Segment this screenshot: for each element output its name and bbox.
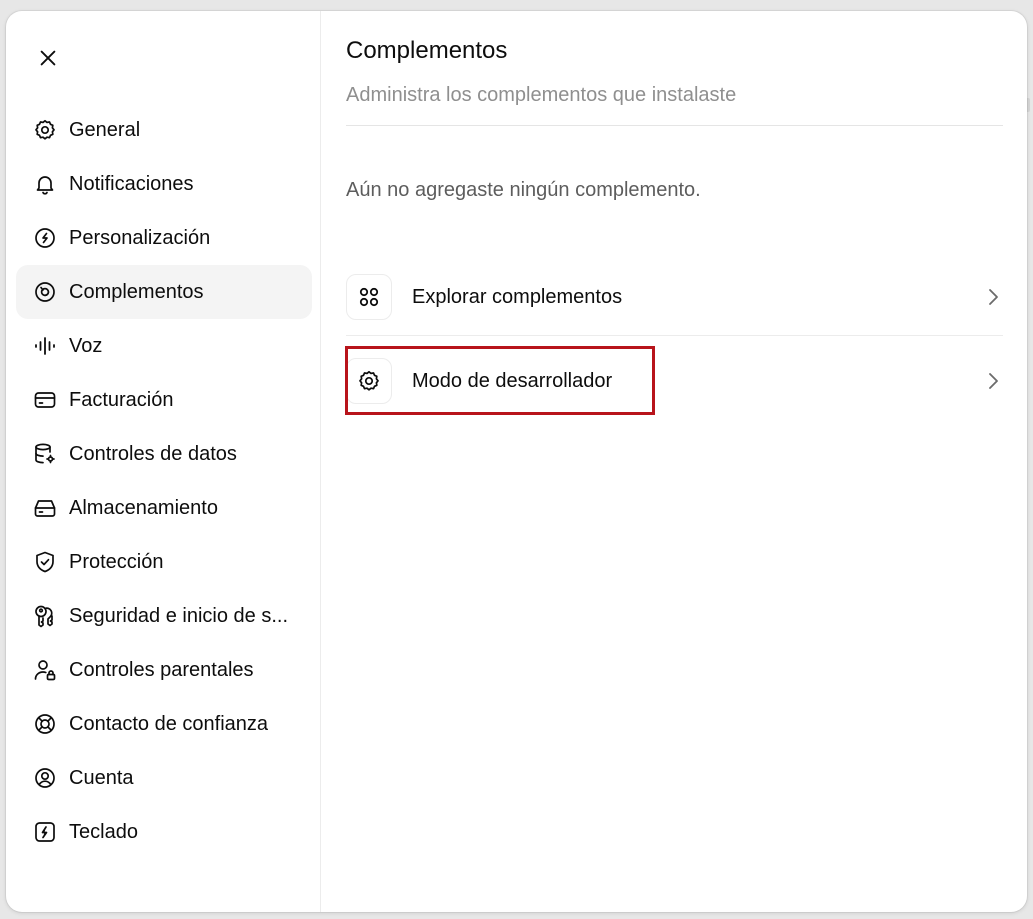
explore-complements-row[interactable]: Explorar complementos: [346, 269, 1003, 325]
credit-card-icon: [32, 387, 58, 413]
waveform-icon: [32, 333, 58, 359]
header-divider: [346, 125, 1003, 126]
sidebar-item-label: Complementos: [69, 280, 204, 303]
sidebar-item-label: General: [69, 118, 141, 141]
shield-check-icon: [32, 549, 58, 575]
chevron-right-icon: [983, 371, 1003, 391]
key-icon: [32, 603, 58, 629]
row-divider: [346, 335, 1003, 336]
developer-mode-row[interactable]: Modo de desarrollador: [346, 353, 1003, 409]
close-icon: [40, 50, 56, 66]
page-title: Complementos: [346, 37, 508, 64]
sidebar-item-parental[interactable]: Controles parentales: [16, 643, 312, 697]
lifebuoy-icon: [32, 711, 58, 737]
settings-sidebar: General Notificaciones Personalización C…: [6, 11, 321, 912]
empty-state-message: Aún no agregaste ningún complemento.: [346, 179, 701, 201]
bolt-square-icon: [32, 819, 58, 845]
sidebar-item-label: Seguridad e inicio de s...: [69, 604, 289, 627]
sidebar-item-label: Controles parentales: [69, 658, 254, 681]
user-lock-icon: [32, 657, 58, 683]
sidebar-item-notifications[interactable]: Notificaciones: [16, 157, 312, 211]
chevron-right-icon: [983, 287, 1003, 307]
page-subtitle: Administra los complementos que instalas…: [346, 84, 737, 106]
bell-icon: [32, 171, 58, 197]
sidebar-item-label: Controles de datos: [69, 442, 237, 465]
settings-content: Complementos Administra los complementos…: [346, 11, 1003, 912]
developer-mode-label: Modo de desarrollador: [412, 369, 613, 392]
close-button[interactable]: [32, 42, 64, 74]
sidebar-item-security[interactable]: Seguridad e inicio de s...: [16, 589, 312, 643]
palette-icon: [32, 225, 58, 251]
sidebar-item-label: Cuenta: [69, 766, 134, 789]
settings-dialog: General Notificaciones Personalización C…: [6, 11, 1027, 912]
sidebar-item-label: Teclado: [69, 820, 138, 843]
storage-drive-icon: [32, 495, 58, 521]
sidebar-item-label: Voz: [69, 334, 103, 357]
sidebar-item-label: Contacto de confianza: [69, 712, 269, 735]
sidebar-item-label: Protección: [69, 550, 164, 573]
sidebar-item-trusted-contact[interactable]: Contacto de confianza: [16, 697, 312, 751]
explore-complements-label: Explorar complementos: [412, 285, 623, 308]
gear-icon: [346, 358, 392, 404]
user-circle-icon: [32, 765, 58, 791]
sidebar-item-label: Notificaciones: [69, 172, 194, 195]
gear-icon: [32, 117, 58, 143]
sidebar-item-account[interactable]: Cuenta: [16, 751, 312, 805]
settings-nav: General Notificaciones Personalización C…: [16, 103, 312, 859]
sidebar-item-voice[interactable]: Voz: [16, 319, 312, 373]
database-gear-icon: [32, 441, 58, 467]
sidebar-item-personalization[interactable]: Personalización: [16, 211, 312, 265]
sidebar-item-billing[interactable]: Facturación: [16, 373, 312, 427]
sidebar-item-protection[interactable]: Protección: [16, 535, 312, 589]
sidebar-item-label: Almacenamiento: [69, 496, 218, 519]
apps-grid-icon: [346, 274, 392, 320]
sidebar-item-storage[interactable]: Almacenamiento: [16, 481, 312, 535]
sidebar-item-label: Facturación: [69, 388, 174, 411]
sidebar-item-general[interactable]: General: [16, 103, 312, 157]
plugin-icon: [32, 279, 58, 305]
sidebar-item-keyboard[interactable]: Teclado: [16, 805, 312, 859]
sidebar-item-data-controls[interactable]: Controles de datos: [16, 427, 312, 481]
sidebar-item-label: Personalización: [69, 226, 211, 249]
sidebar-item-complements[interactable]: Complementos: [16, 265, 312, 319]
